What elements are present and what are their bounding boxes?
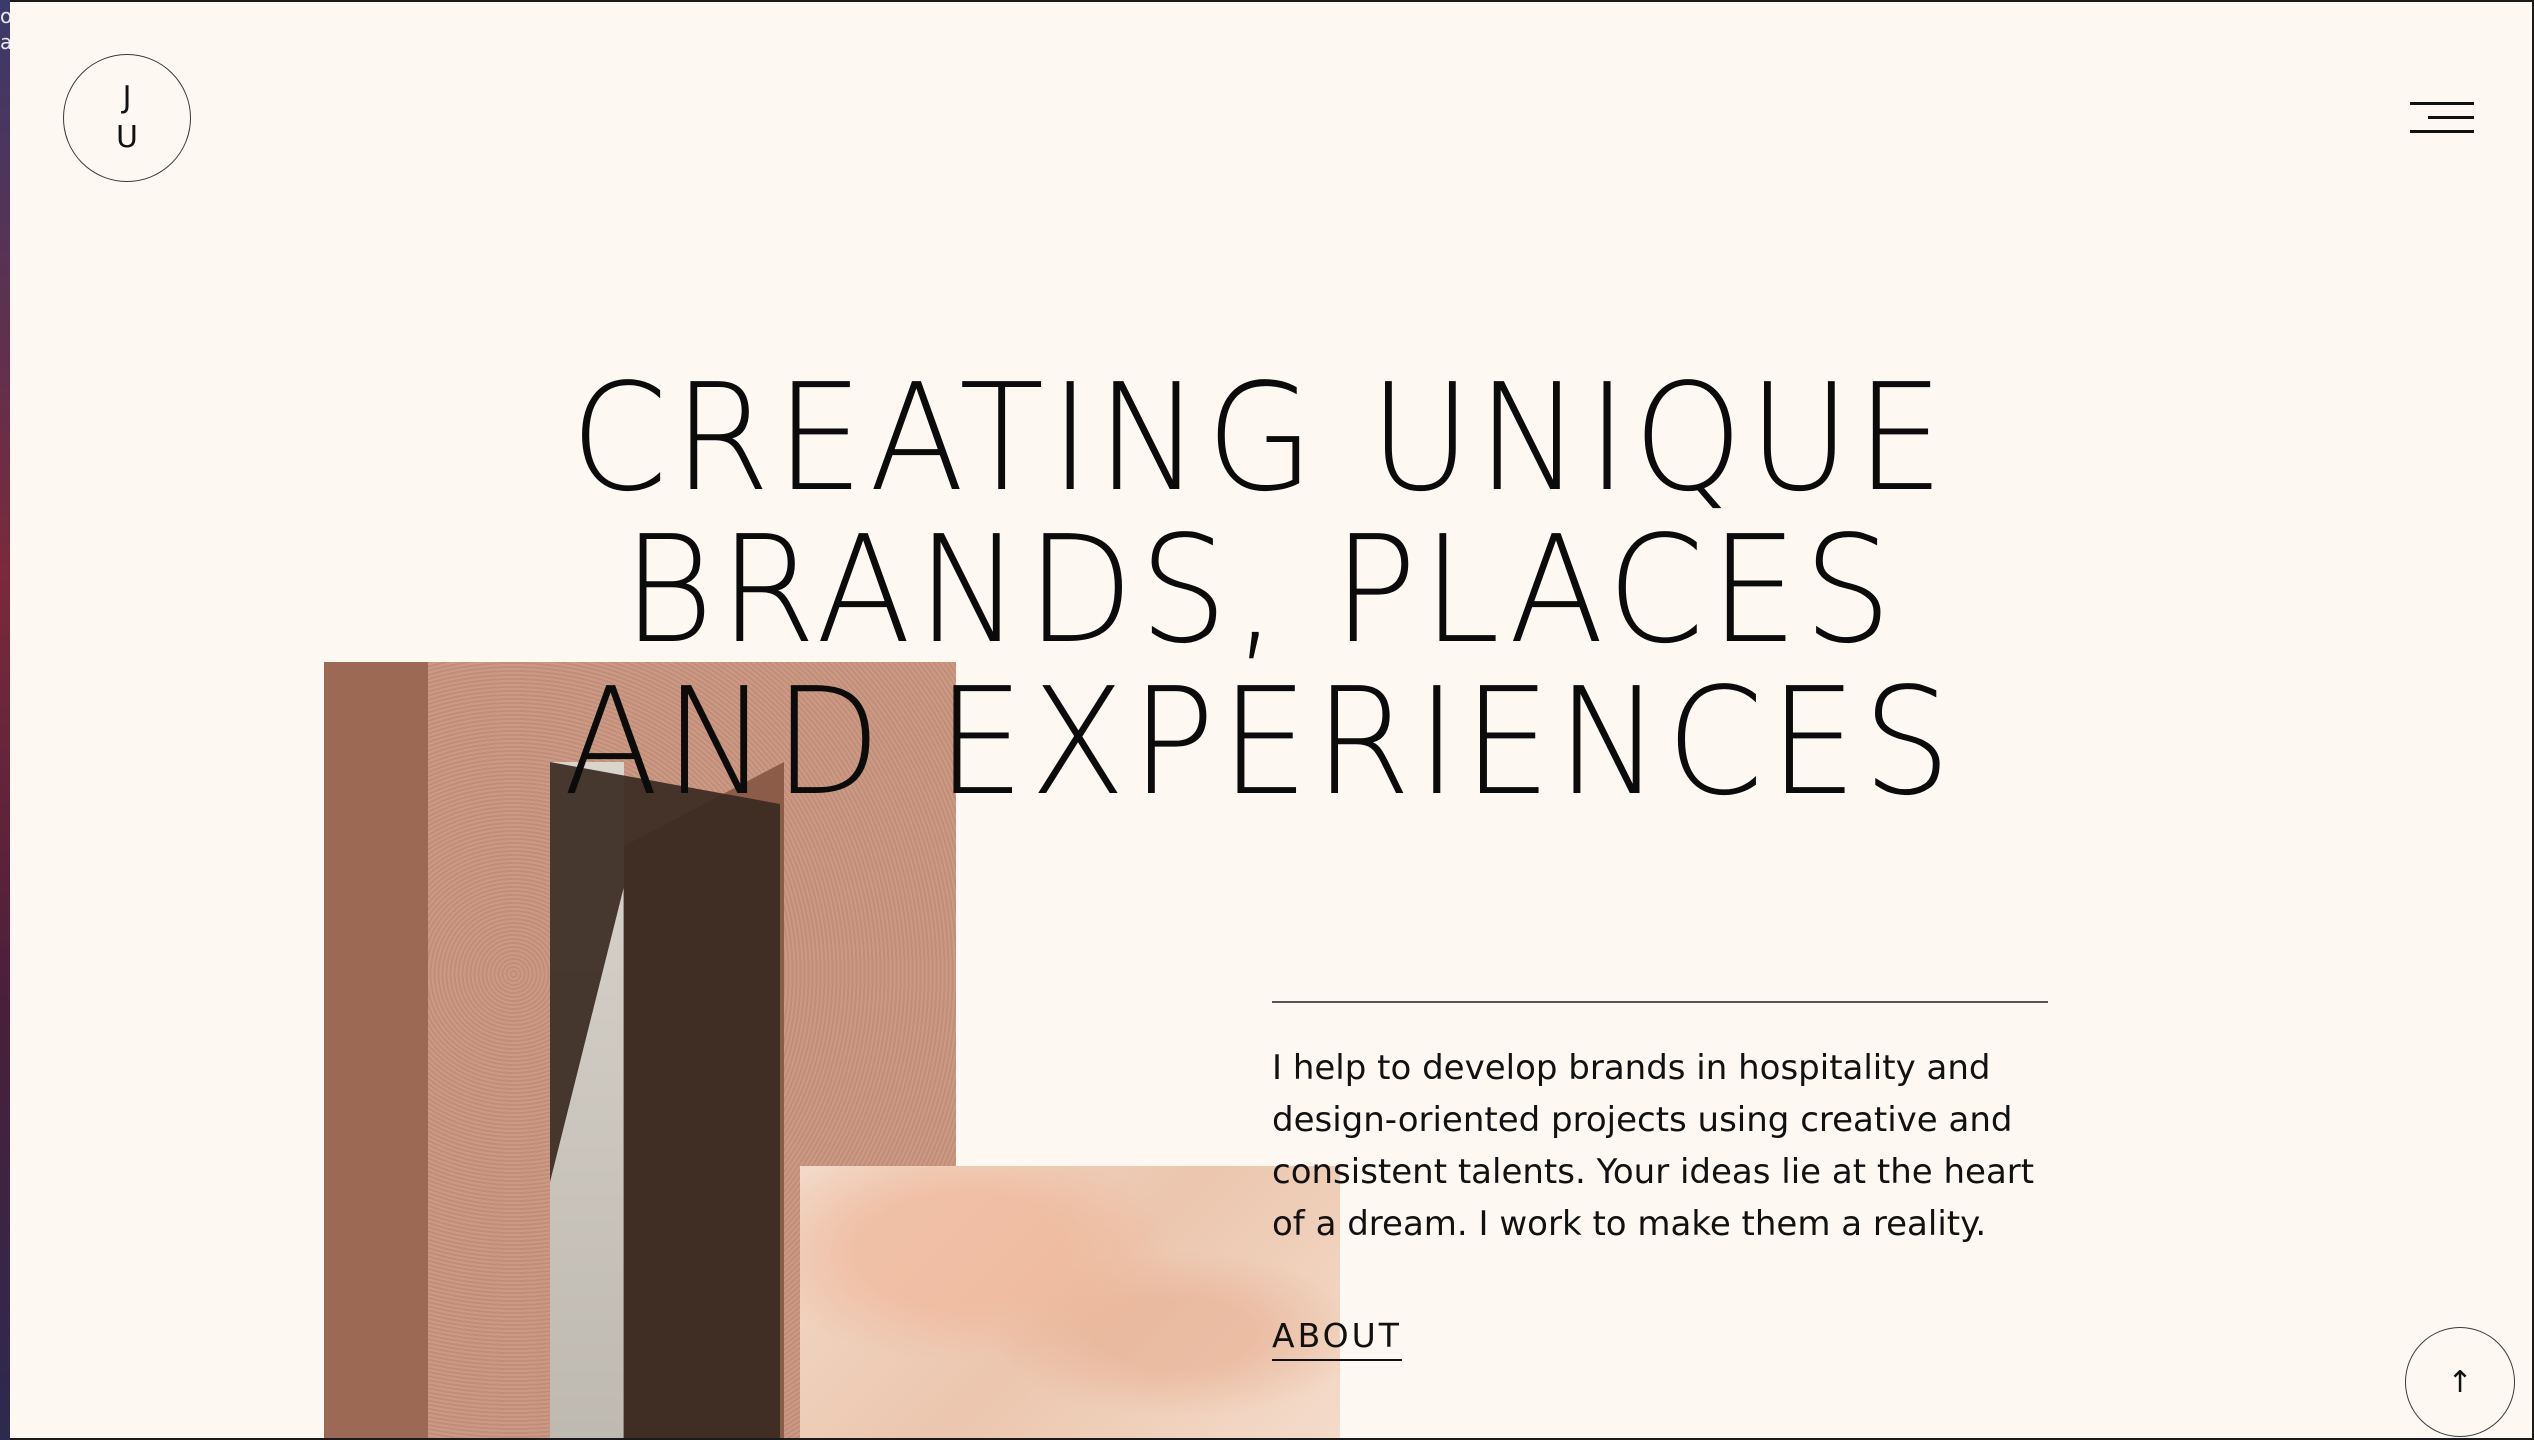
page: J U CREATING UNIQUE BRANDS, PLACES AND E… xyxy=(10,2,2532,1438)
menu-line-top xyxy=(2410,102,2474,105)
desktop-edge-strip: o a xyxy=(0,0,12,1440)
divider-line xyxy=(1272,1001,2048,1003)
headline-line-3: AND EXPERIENCES xyxy=(563,656,1957,828)
headline-line-1: CREATING UNIQUE xyxy=(570,352,1950,524)
headline-line-2: BRANDS, PLACES xyxy=(622,504,1898,676)
hero-headline: CREATING UNIQUE BRANDS, PLACES AND EXPER… xyxy=(367,362,2153,818)
arrow-up-icon: ↑ xyxy=(2447,1364,2473,1400)
about-link[interactable]: ABOUT xyxy=(1272,1316,1402,1361)
logo-letter-u: U xyxy=(116,120,138,155)
intro-paragraph: I help to develop brands in hospitality … xyxy=(1272,1048,2035,1244)
logo-letter-j: J xyxy=(122,80,132,115)
logo-button[interactable]: J U xyxy=(63,54,191,182)
hamburger-menu-icon[interactable] xyxy=(2410,94,2474,144)
menu-line-bottom xyxy=(2410,130,2474,133)
pink-plaster-photo xyxy=(800,1166,1340,1438)
scroll-to-top-button[interactable]: ↑ xyxy=(2405,1327,2515,1437)
menu-line-middle xyxy=(2428,116,2474,119)
